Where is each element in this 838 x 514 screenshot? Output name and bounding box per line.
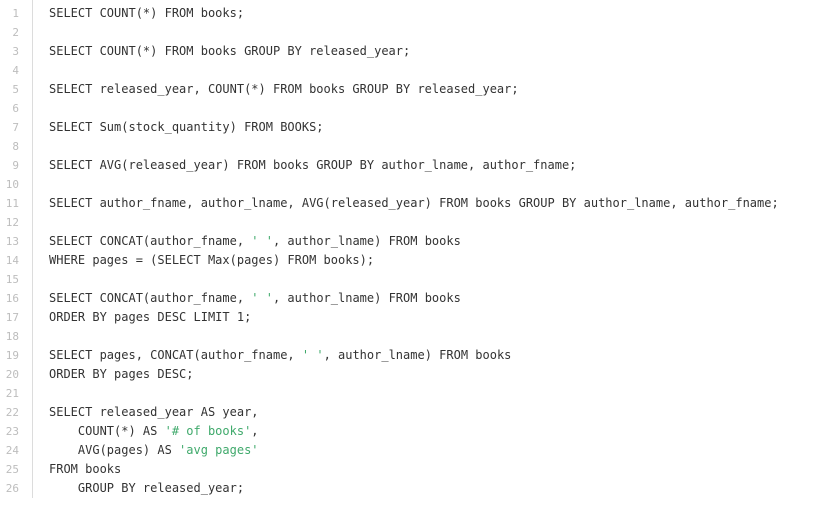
line-number: 26 bbox=[5, 482, 19, 495]
code-line[interactable]: 13 SELECT CONCAT(author_fname, ' ', autho… bbox=[0, 232, 461, 251]
code-token: , author_lname) FROM books bbox=[323, 348, 512, 362]
code-token: SELECT AVG(released_year) FROM books GRO… bbox=[49, 158, 577, 172]
code-token: GROUP BY released_year; bbox=[49, 481, 245, 495]
code-line[interactable]: 4 bbox=[0, 61, 19, 80]
line-number: 17 bbox=[5, 311, 19, 324]
code-line[interactable]: 12 bbox=[0, 213, 19, 232]
line-code: GROUP BY released_year; bbox=[49, 479, 244, 498]
string-literal: ' ' bbox=[251, 291, 273, 305]
line-number: 7 bbox=[12, 121, 19, 134]
gutter-divider bbox=[32, 0, 33, 498]
code-token: SELECT author_fname, author_lname, AVG(r… bbox=[49, 196, 779, 210]
code-token: SELECT Sum(stock_quantity) FROM BOOKS; bbox=[49, 120, 324, 134]
code-line[interactable]: 7 SELECT Sum(stock_quantity) FROM BOOKS; bbox=[0, 118, 323, 137]
line-code: FROM books bbox=[49, 460, 121, 479]
code-line[interactable]: 3 SELECT COUNT(*) FROM books GROUP BY rel… bbox=[0, 42, 410, 61]
line-number: 22 bbox=[5, 406, 19, 419]
line-code: SELECT released_year, COUNT(*) FROM book… bbox=[49, 80, 519, 99]
code-line[interactable]: 25 FROM books bbox=[0, 460, 122, 479]
line-number: 14 bbox=[5, 254, 19, 267]
code-token: AVG(pages) AS bbox=[49, 443, 180, 457]
line-number: 10 bbox=[5, 178, 19, 191]
code-line[interactable]: 2 bbox=[0, 23, 19, 42]
line-number: 2 bbox=[12, 26, 19, 39]
code-line[interactable]: 20 ORDER BY pages DESC; bbox=[0, 365, 194, 384]
line-code: ORDER BY pages DESC; bbox=[49, 365, 194, 384]
code-token: FROM books bbox=[49, 462, 122, 476]
code-line[interactable]: 14 WHERE pages = (SELECT Max(pages) FROM … bbox=[0, 251, 374, 270]
line-number: 8 bbox=[12, 140, 19, 153]
code-line[interactable]: 24 AVG(pages) AS 'avg pages' bbox=[0, 441, 259, 460]
code-token: , author_lname) FROM books bbox=[272, 234, 461, 248]
line-code: SELECT Sum(stock_quantity) FROM BOOKS; bbox=[49, 118, 324, 137]
code-line[interactable]: 8 bbox=[0, 137, 19, 156]
line-number: 19 bbox=[5, 349, 19, 362]
code-line[interactable]: 22 SELECT released_year AS year, bbox=[0, 403, 259, 422]
code-token: WHERE pages = (SELECT Max(pages) FROM bo… bbox=[49, 253, 375, 267]
line-code: SELECT COUNT(*) FROM books; bbox=[49, 4, 244, 23]
code-token: COUNT(*) AS bbox=[49, 424, 165, 438]
code-token: SELECT CONCAT(author_fname, bbox=[49, 234, 252, 248]
line-code: SELECT released_year AS year, bbox=[49, 403, 259, 422]
line-code: SELECT CONCAT(author_fname, ' ', author_… bbox=[49, 232, 461, 251]
code-token: , bbox=[251, 424, 259, 438]
code-token: SELECT pages, CONCAT(author_fname, bbox=[49, 348, 302, 362]
line-number: 23 bbox=[5, 425, 19, 438]
code-line[interactable]: 9 SELECT AVG(released_year) FROM books GR… bbox=[0, 156, 576, 175]
line-number: 21 bbox=[5, 387, 19, 400]
line-code: ORDER BY pages DESC LIMIT 1; bbox=[49, 308, 251, 327]
line-code: SELECT AVG(released_year) FROM books GRO… bbox=[49, 156, 576, 175]
line-number: 13 bbox=[5, 235, 19, 248]
line-code: WHERE pages = (SELECT Max(pages) FROM bo… bbox=[49, 251, 374, 270]
line-number: 4 bbox=[12, 64, 19, 77]
code-token: SELECT COUNT(*) FROM books; bbox=[49, 6, 245, 20]
code-line[interactable]: 10 bbox=[0, 175, 19, 194]
code-line[interactable]: 17 ORDER BY pages DESC LIMIT 1; bbox=[0, 308, 252, 327]
code-line[interactable]: 11 SELECT author_fname, author_lname, AVG… bbox=[0, 194, 779, 213]
code-editor[interactable]: 1 SELECT COUNT(*) FROM books; 2 3 SELECT COU… bbox=[0, 0, 838, 514]
code-token: , author_lname) FROM books bbox=[272, 291, 461, 305]
string-literal: '# of books' bbox=[164, 424, 252, 438]
line-code: COUNT(*) AS '# of books', bbox=[49, 422, 259, 441]
code-line[interactable]: 16 SELECT CONCAT(author_fname, ' ', autho… bbox=[0, 289, 461, 308]
code-token: SELECT CONCAT(author_fname, bbox=[49, 291, 252, 305]
line-number: 5 bbox=[12, 83, 19, 96]
code-line[interactable]: 6 bbox=[0, 99, 19, 118]
line-number: 11 bbox=[5, 197, 19, 210]
line-code: AVG(pages) AS 'avg pages' bbox=[49, 441, 259, 460]
code-line[interactable]: 5 SELECT released_year, COUNT(*) FROM boo… bbox=[0, 80, 518, 99]
line-number: 18 bbox=[5, 330, 19, 343]
code-token: SELECT COUNT(*) FROM books GROUP BY rele… bbox=[49, 44, 411, 58]
line-number: 16 bbox=[5, 292, 19, 305]
line-code: SELECT CONCAT(author_fname, ' ', author_… bbox=[49, 289, 461, 308]
code-token: ORDER BY pages DESC; bbox=[49, 367, 194, 381]
code-line[interactable]: 18 bbox=[0, 327, 19, 346]
code-line[interactable]: 23 COUNT(*) AS '# of books', bbox=[0, 422, 259, 441]
line-code: SELECT pages, CONCAT(author_fname, ' ', … bbox=[49, 346, 511, 365]
code-line[interactable]: 15 bbox=[0, 270, 19, 289]
line-number: 12 bbox=[5, 216, 19, 229]
code-line[interactable]: 1 SELECT COUNT(*) FROM books; bbox=[0, 4, 244, 23]
line-number: 24 bbox=[5, 444, 19, 457]
string-literal: ' ' bbox=[251, 234, 273, 248]
code-line[interactable]: 26 GROUP BY released_year; bbox=[0, 479, 244, 498]
line-number: 1 bbox=[12, 7, 19, 20]
line-number: 9 bbox=[12, 159, 19, 172]
code-line[interactable]: 19 SELECT pages, CONCAT(author_fname, ' '… bbox=[0, 346, 512, 365]
line-number: 3 bbox=[12, 45, 19, 58]
code-token: SELECT released_year AS year, bbox=[49, 405, 259, 419]
line-number: 15 bbox=[5, 273, 19, 286]
line-number: 6 bbox=[12, 102, 19, 115]
line-code: SELECT author_fname, author_lname, AVG(r… bbox=[49, 194, 779, 213]
code-token: ORDER BY pages DESC LIMIT 1; bbox=[49, 310, 252, 324]
line-code: SELECT COUNT(*) FROM books GROUP BY rele… bbox=[49, 42, 410, 61]
line-number: 25 bbox=[5, 463, 19, 476]
string-literal: ' ' bbox=[301, 348, 324, 362]
string-literal: 'avg pages' bbox=[179, 443, 259, 457]
code-line[interactable]: 21 bbox=[0, 384, 19, 403]
code-token: SELECT released_year, COUNT(*) FROM book… bbox=[49, 82, 519, 96]
line-number: 20 bbox=[5, 368, 19, 381]
